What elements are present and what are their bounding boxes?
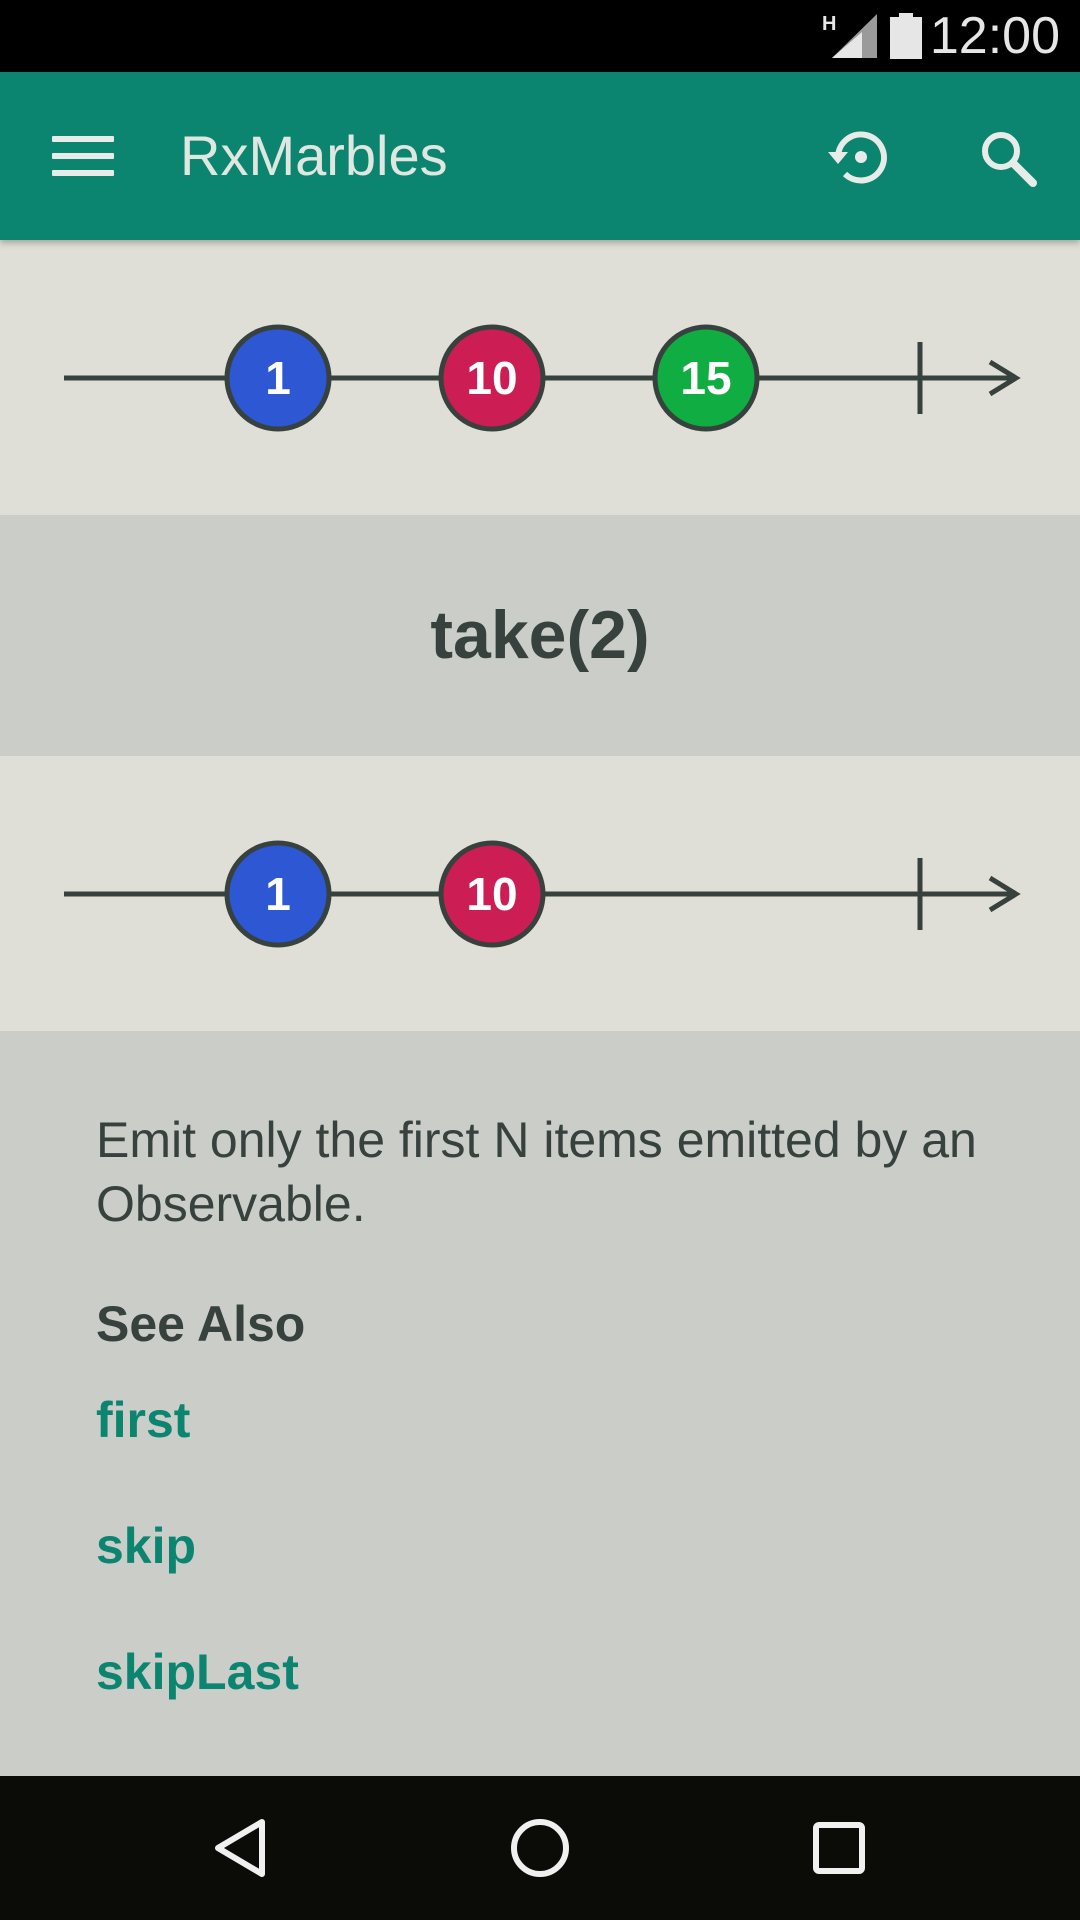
input-observable-row: 1 10 15 — [0, 240, 1080, 515]
history-icon[interactable] — [826, 124, 892, 190]
operator-band: take(2) — [0, 515, 1080, 756]
input-marble-label: 1 — [265, 352, 291, 404]
output-marble-10[interactable]: 10 — [438, 840, 546, 948]
output-marble-label: 10 — [466, 868, 517, 920]
operator-description: Emit only the first N items emitted by a… — [96, 1112, 977, 1232]
cell-signal-icon: H — [822, 13, 877, 58]
rxmarbles-screen: H 12:00 RxMarbles 1 10 15 take(2) 1 10 E… — [0, 0, 1080, 1920]
search-icon[interactable] — [978, 128, 1038, 188]
see-also-link-skiplast[interactable]: skipLast — [96, 1642, 299, 1702]
recents-square-icon — [813, 1822, 865, 1874]
input-marble-label: 15 — [680, 352, 731, 404]
input-marble-label: 10 — [466, 352, 517, 404]
output-observable-row: 1 10 — [0, 756, 1080, 1031]
app-title: RxMarbles — [180, 124, 448, 187]
home-circle-icon — [511, 1819, 569, 1877]
hamburger-menu-icon[interactable] — [52, 134, 114, 178]
network-type-label: H — [822, 13, 836, 35]
operator-label: take(2) — [430, 597, 650, 673]
back-button[interactable] — [162, 1776, 322, 1920]
home-button[interactable] — [460, 1776, 620, 1920]
output-marble-label: 1 — [265, 868, 291, 920]
status-time: 12:00 — [929, 7, 1060, 65]
input-marble-10[interactable]: 10 — [438, 324, 546, 432]
app-bar: RxMarbles — [0, 72, 1080, 240]
navigation-bar — [0, 1776, 1080, 1920]
output-marble-1[interactable]: 1 — [224, 840, 332, 948]
output-timeline: 1 10 — [64, 840, 1021, 948]
see-also-link-first[interactable]: first — [96, 1390, 190, 1450]
status-bar: H 12:00 — [0, 0, 1080, 72]
see-also-link-skip[interactable]: skip — [96, 1516, 196, 1576]
see-also-heading: See Also — [96, 1296, 306, 1352]
back-triangle-icon — [215, 1819, 265, 1877]
battery-icon — [890, 13, 922, 59]
input-marble-15[interactable]: 15 — [652, 324, 760, 432]
input-timeline: 1 10 15 — [64, 324, 1021, 432]
input-marble-1[interactable]: 1 — [224, 324, 332, 432]
recents-button[interactable] — [760, 1776, 920, 1920]
